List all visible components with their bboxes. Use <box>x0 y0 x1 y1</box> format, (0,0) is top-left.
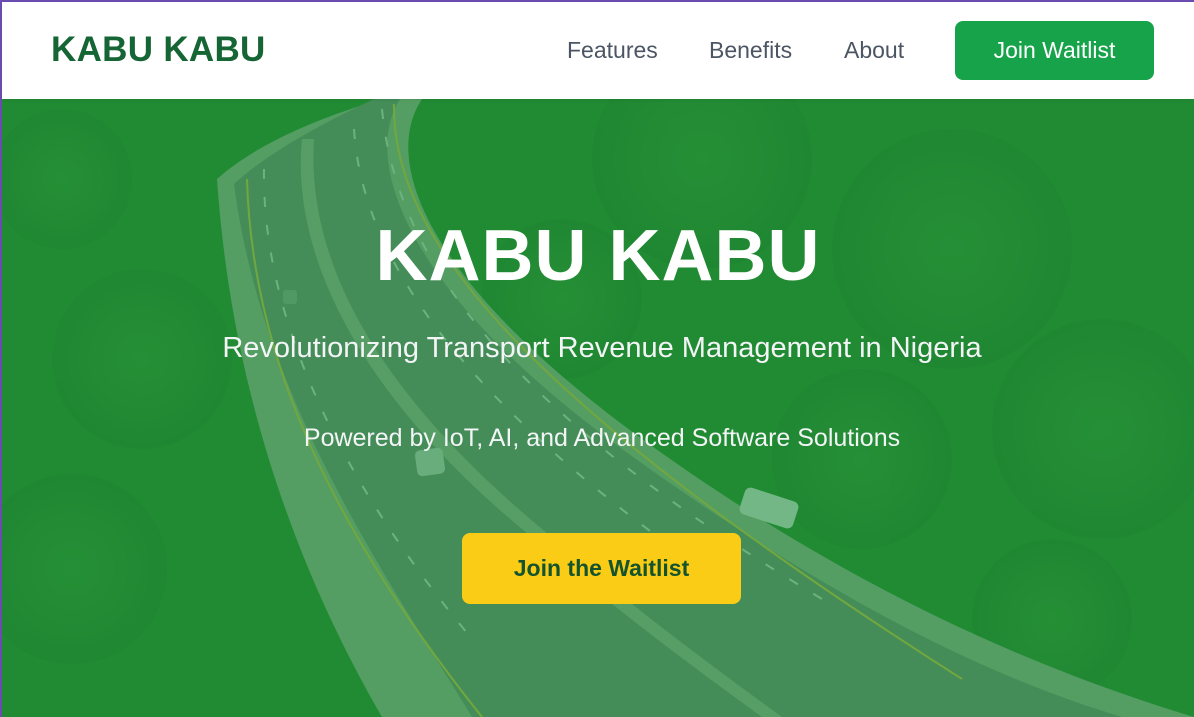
nav-link-features[interactable]: Features <box>567 37 658 64</box>
hero-green-overlay <box>2 99 1194 717</box>
hero-section: KABU KABU Revolutionizing Transport Reve… <box>2 99 1194 717</box>
nav-link-benefits[interactable]: Benefits <box>709 37 792 64</box>
hero-title: KABU KABU <box>375 216 821 296</box>
hero-tagline: Powered by IoT, AI, and Advanced Softwar… <box>303 424 901 452</box>
join-waitlist-button[interactable]: Join Waitlist <box>955 21 1154 80</box>
navbar: KABU KABU Features Benefits About Join W… <box>2 2 1194 99</box>
nav-link-about[interactable]: About <box>844 37 904 64</box>
hero-subtitle: Revolutionizing Transport Revenue Manage… <box>222 332 982 364</box>
brand-logo[interactable]: KABU KABU <box>51 30 266 70</box>
browser-viewport: KABU KABU Features Benefits About Join W… <box>2 2 1194 717</box>
join-the-waitlist-button[interactable]: Join the Waitlist <box>462 533 741 604</box>
